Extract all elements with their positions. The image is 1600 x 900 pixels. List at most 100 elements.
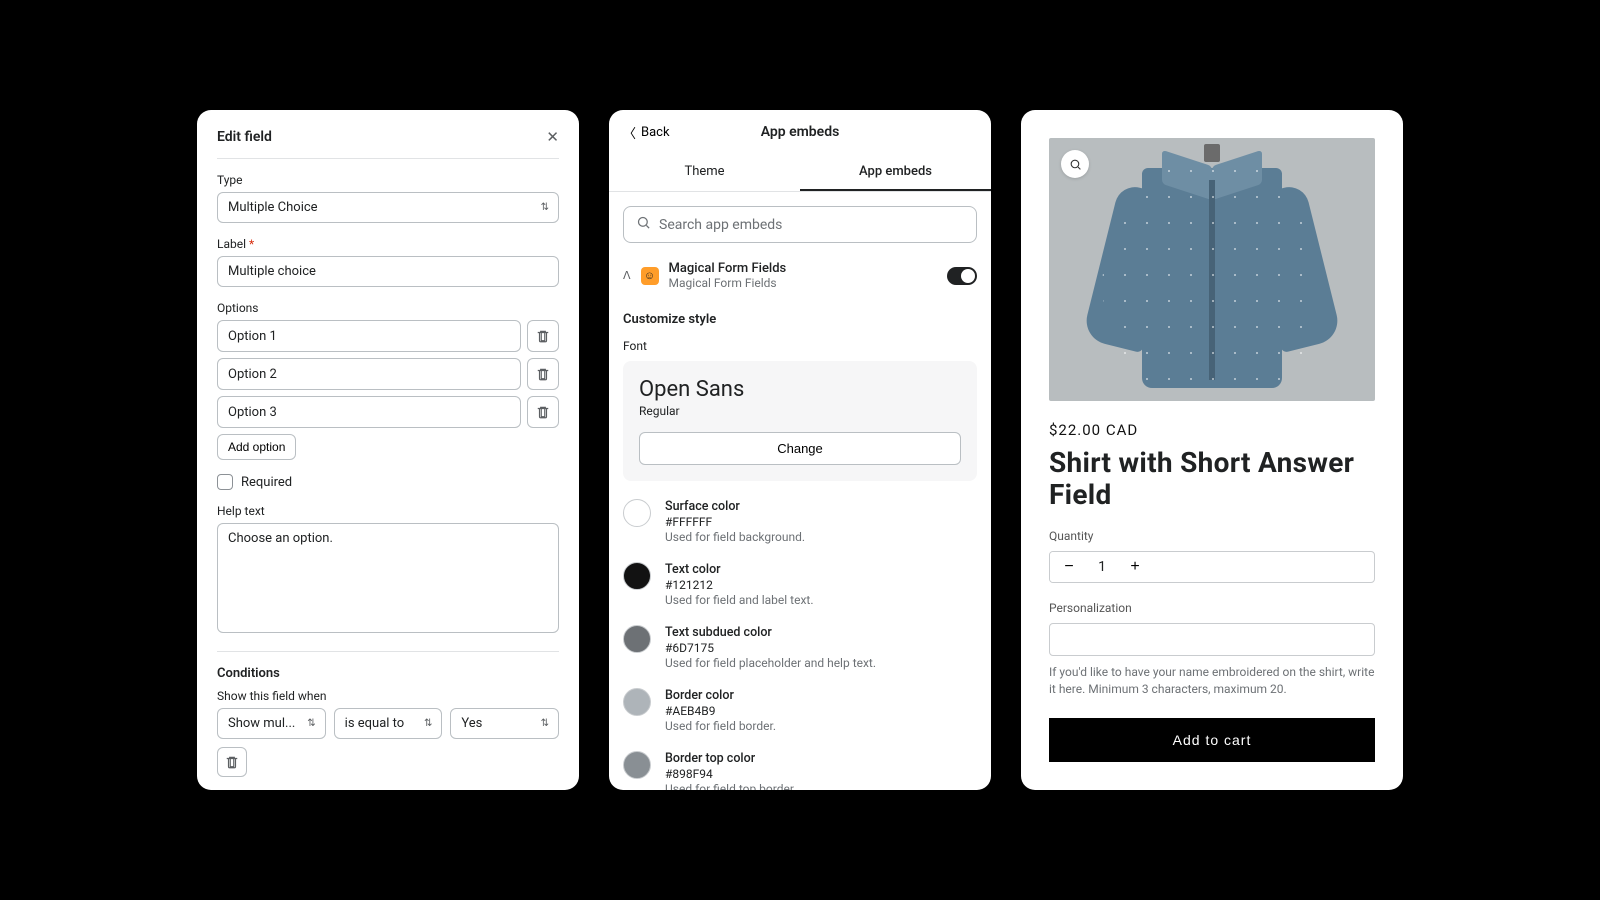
product-title: Shirt with Short Answer Field [1049, 447, 1375, 511]
search-input[interactable] [659, 217, 964, 233]
embed-row: ᐱ ☺ Magical Form Fields Magical Form Fie… [623, 257, 977, 304]
zoom-button[interactable] [1061, 150, 1089, 178]
color-swatch-icon [623, 625, 651, 653]
option-row [217, 396, 559, 428]
panel-header: 〈 Back App embeds [609, 110, 991, 154]
color-swatch-icon [623, 562, 651, 590]
delete-option-button[interactable] [527, 320, 559, 352]
color-row[interactable]: Border top color #898F94 Used for field … [623, 751, 977, 790]
color-hex: #AEB4B9 [665, 704, 776, 718]
color-name: Border color [665, 688, 776, 703]
color-desc: Used for field top border. [665, 782, 796, 790]
product-image [1049, 138, 1375, 401]
color-row[interactable]: Text subdued color #6D7175 Used for fiel… [623, 625, 977, 670]
color-desc: Used for field border. [665, 719, 776, 733]
font-card: Open Sans Regular Change [623, 361, 977, 481]
option-row [217, 358, 559, 390]
color-row[interactable]: Border color #AEB4B9 Used for field bord… [623, 688, 977, 733]
divider [217, 158, 559, 159]
color-desc: Used for field and label text. [665, 593, 814, 607]
tabs: Theme App embeds [609, 154, 991, 192]
label-label: Label * [217, 237, 559, 251]
option-input[interactable] [217, 396, 521, 428]
color-desc: Used for field background. [665, 530, 805, 544]
search-input-wrap[interactable] [623, 206, 977, 243]
tab-app-embeds[interactable]: App embeds [800, 154, 991, 191]
back-button[interactable]: 〈 Back [623, 123, 670, 142]
color-row[interactable]: Text color #121212 Used for field and la… [623, 562, 977, 607]
label-input[interactable] [217, 256, 559, 287]
color-hex: #121212 [665, 578, 814, 592]
option-row [217, 320, 559, 352]
checkbox-icon [217, 474, 233, 490]
color-desc: Used for field placeholder and help text… [665, 656, 876, 670]
color-name: Text color [665, 562, 814, 577]
tab-theme[interactable]: Theme [609, 154, 800, 191]
color-swatch-icon [623, 499, 651, 527]
personalization-help-text: If you'd like to have your name embroide… [1049, 664, 1375, 698]
panel-header: Edit field ✕ [197, 110, 579, 158]
color-swatch-icon [623, 751, 651, 779]
conditions-heading: Conditions [217, 666, 559, 681]
trash-icon [536, 329, 550, 343]
trash-icon [225, 755, 239, 769]
embed-subtitle: Magical Form Fields [669, 276, 937, 290]
font-weight: Regular [639, 404, 961, 418]
embed-name: Magical Form Fields [669, 261, 937, 276]
customize-style-heading: Customize style [623, 312, 977, 327]
edit-field-panel: Edit field ✕ Type Multiple Choice ⇅ Labe… [197, 110, 579, 790]
embed-toggle[interactable] [947, 267, 977, 285]
delete-condition-button[interactable] [217, 747, 247, 777]
color-hex: #6D7175 [665, 641, 876, 655]
condition-field-select[interactable]: Show mul... ⇅ [217, 708, 326, 739]
delete-option-button[interactable] [527, 396, 559, 428]
quantity-stepper: − 1 + [1049, 551, 1375, 583]
product-page-panel: $22.00 CAD Shirt with Short Answer Field… [1021, 110, 1403, 790]
quantity-increment-button[interactable]: + [1116, 551, 1154, 583]
help-text-label: Help text [217, 504, 559, 518]
search-icon [1069, 158, 1082, 171]
color-hex: #FFFFFF [665, 515, 805, 529]
color-swatch-icon [623, 688, 651, 716]
type-value: Multiple Choice [217, 192, 559, 223]
close-icon[interactable]: ✕ [546, 128, 559, 146]
font-label: Font [623, 339, 977, 353]
required-label: Required [241, 475, 292, 490]
trash-icon [536, 367, 550, 381]
required-checkbox-row[interactable]: Required [217, 474, 559, 490]
shirt-illustration [1092, 158, 1332, 400]
quantity-label: Quantity [1049, 529, 1375, 543]
personalization-input[interactable] [1049, 623, 1375, 656]
color-name: Text subdued color [665, 625, 876, 640]
product-price: $22.00 CAD [1049, 421, 1375, 439]
show-when-label: Show this field when [217, 689, 559, 703]
color-name: Surface color [665, 499, 805, 514]
chevron-up-icon[interactable]: ᐱ [623, 269, 631, 282]
option-input[interactable] [217, 358, 521, 390]
help-text-input[interactable] [217, 523, 559, 633]
type-label: Type [217, 173, 559, 187]
quantity-value: 1 [1088, 559, 1116, 575]
app-icon: ☺ [641, 267, 659, 285]
condition-operator-select[interactable]: is equal to ⇅ [334, 708, 443, 739]
change-font-button[interactable]: Change [639, 432, 961, 465]
search-icon [636, 215, 651, 234]
options-label: Options [217, 301, 559, 315]
trash-icon [536, 405, 550, 419]
type-select[interactable]: Multiple Choice ⇅ [217, 192, 559, 223]
add-to-cart-button[interactable]: Add to cart [1049, 718, 1375, 762]
color-name: Border top color [665, 751, 796, 766]
color-hex: #898F94 [665, 767, 796, 781]
condition-value-select[interactable]: Yes ⇅ [450, 708, 559, 739]
quantity-decrement-button[interactable]: − [1050, 551, 1088, 583]
color-row[interactable]: Surface color #FFFFFF Used for field bac… [623, 499, 977, 544]
app-embeds-panel: 〈 Back App embeds Theme App embeds ᐱ ☺ M… [609, 110, 991, 790]
option-input[interactable] [217, 320, 521, 352]
personalization-label: Personalization [1049, 601, 1375, 615]
toggle-knob-icon [961, 269, 975, 283]
font-name: Open Sans [639, 377, 961, 402]
divider [217, 651, 559, 652]
panel-title: Edit field [217, 129, 272, 145]
delete-option-button[interactable] [527, 358, 559, 390]
add-option-button[interactable]: Add option [217, 434, 296, 460]
